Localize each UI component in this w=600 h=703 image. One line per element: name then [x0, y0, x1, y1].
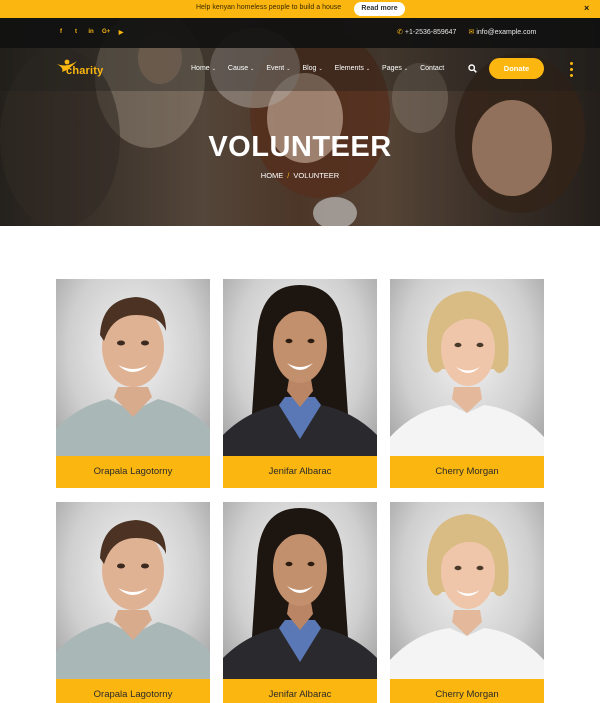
volunteer-card[interactable]: Cherry Morgan: [390, 502, 544, 703]
volunteer-photo: [223, 279, 377, 456]
chevron-down-icon: ⌄: [403, 66, 409, 72]
nav-item-cause[interactable]: Cause ⌄: [228, 65, 254, 72]
linkedin-icon[interactable]: in: [87, 29, 95, 36]
breadcrumb-separator: /: [287, 171, 290, 180]
close-icon[interactable]: ×: [584, 3, 589, 13]
nav-item-label: Event: [266, 65, 285, 72]
nav-item-blog[interactable]: Blog ⌄: [302, 65, 322, 72]
nav-item-label: Home: [191, 65, 210, 72]
portrait-woman-blonde: [390, 514, 544, 679]
nav-item-label: Pages: [382, 65, 402, 72]
portrait-woman-dark: [223, 508, 377, 679]
chevron-down-icon: ⌄: [318, 66, 323, 72]
nav-item-label: Contact: [420, 65, 445, 72]
read-more-button[interactable]: Read more: [354, 2, 405, 16]
breadcrumb-home[interactable]: HOME: [261, 171, 284, 180]
volunteer-name: Jenifar Albarac: [223, 456, 377, 488]
volunteer-card[interactable]: Cherry Morgan: [390, 279, 544, 488]
nav-menu: Home ⌄ Cause ⌄ Event ⌄ Blog ⌄ Elements ⌄ Page…: [191, 65, 456, 72]
chevron-down-icon: ⌄: [365, 66, 371, 72]
volunteer-photo: [223, 502, 377, 679]
page-title: VOLUNTEER: [208, 131, 392, 163]
volunteer-photo: [390, 279, 544, 456]
nav-item-home[interactable]: Home ⌄: [191, 65, 216, 72]
envelope-icon: ✉: [468, 29, 475, 36]
volunteer-card[interactable]: Orapala Lagotorny: [56, 502, 210, 703]
portrait-woman-blonde: [390, 291, 544, 456]
announcement-message: Help kenyan homeless people to build a h…: [196, 4, 342, 11]
volunteer-card[interactable]: Jenifar Albarac: [223, 279, 377, 488]
nav-item-elements[interactable]: Elements ⌄: [335, 65, 370, 72]
chevron-down-icon: ⌄: [250, 66, 255, 72]
phone-number: +1-2536-859647: [404, 29, 457, 36]
volunteer-name: Orapala Lagotorny: [56, 456, 210, 488]
youtube-icon[interactable]: ▶: [117, 29, 125, 36]
volunteer-card[interactable]: Orapala Lagotorny: [56, 279, 210, 488]
main-navbar: charity Home ⌄ Cause ⌄ Event ⌄ Blog ⌄ Elemen…: [0, 48, 600, 91]
search-icon[interactable]: [468, 64, 477, 73]
top-bar: f t in G+ ▶ ✆ +1-2536-859647 ✉ info@exampl…: [0, 18, 600, 48]
logo-text: charity: [66, 65, 104, 77]
phone-icon: ✆: [397, 29, 403, 36]
breadcrumb-current: VOLUNTEER: [293, 171, 340, 180]
phone-link[interactable]: ✆ +1-2536-859647: [397, 28, 456, 36]
portrait-man: [56, 297, 210, 456]
email-address: info@example.com: [476, 29, 537, 36]
announcement-bar: Help kenyan homeless people to build a h…: [0, 0, 600, 18]
volunteer-photo: [390, 502, 544, 679]
nav-item-contact[interactable]: Contact: [420, 65, 444, 72]
volunteer-photo: [56, 502, 210, 679]
donate-button[interactable]: Donate: [489, 58, 544, 79]
breadcrumb: HOME / VOLUNTEER: [0, 171, 600, 180]
volunteer-name: Cherry Morgan: [390, 456, 544, 488]
nav-item-event[interactable]: Event ⌄: [266, 65, 290, 72]
nav-item-label: Cause: [227, 65, 249, 72]
volunteer-card[interactable]: Jenifar Albarac: [223, 502, 377, 703]
volunteer-photo: [56, 279, 210, 456]
nav-item-pages[interactable]: Pages ⌄: [382, 65, 408, 72]
email-link[interactable]: ✉ info@example.com: [468, 28, 536, 36]
chevron-down-icon: ⌄: [211, 66, 216, 72]
social-links: f t in G+ ▶: [57, 29, 125, 36]
portrait-woman-dark: [223, 285, 377, 456]
chevron-down-icon: ⌄: [286, 66, 291, 72]
nav-item-label: Blog: [302, 65, 317, 72]
more-menu-icon[interactable]: [570, 62, 573, 77]
nav-item-label: Elements: [334, 65, 364, 72]
volunteer-name: Orapala Lagotorny: [56, 679, 210, 703]
twitter-icon[interactable]: t: [72, 29, 80, 36]
volunteer-name: Cherry Morgan: [390, 679, 544, 703]
contact-info: ✆ +1-2536-859647 ✉ info@example.com: [397, 28, 536, 36]
portrait-man: [56, 520, 210, 679]
volunteer-name: Jenifar Albarac: [223, 679, 377, 703]
google-plus-icon[interactable]: G+: [102, 29, 110, 36]
facebook-icon[interactable]: f: [57, 29, 65, 36]
